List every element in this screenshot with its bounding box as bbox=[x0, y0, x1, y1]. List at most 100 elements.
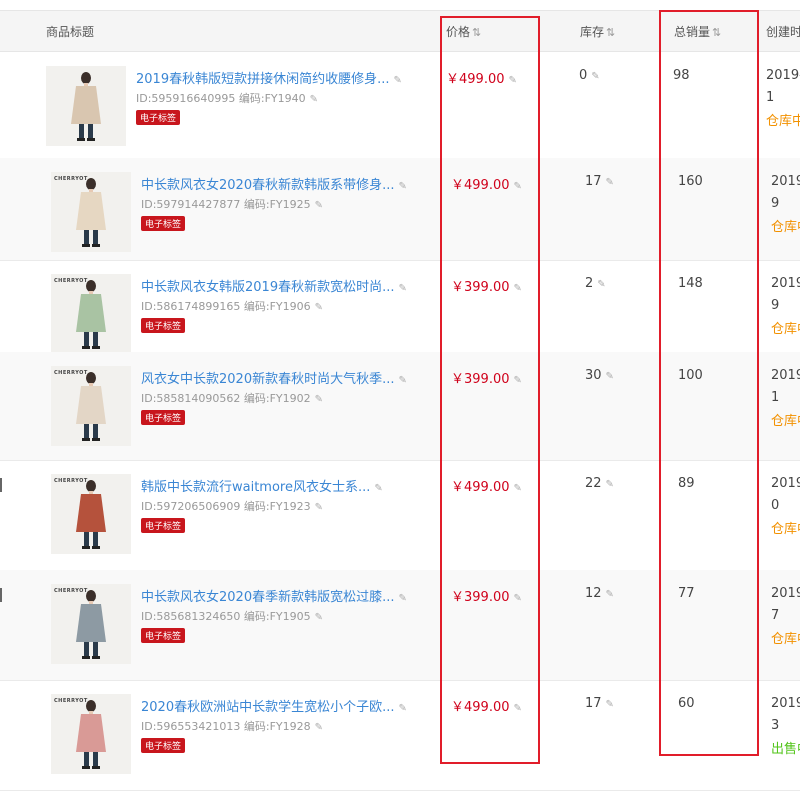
stock-cell[interactable]: 0 ✎ bbox=[579, 68, 600, 83]
electronic-tag-badge[interactable]: 电子标签 bbox=[141, 216, 186, 231]
stock-cell[interactable]: 17 ✎ bbox=[585, 174, 614, 189]
edit-price-icon[interactable]: ✎ bbox=[509, 75, 517, 86]
sort-icon[interactable]: ⇅ bbox=[472, 26, 481, 39]
product-thumbnail[interactable]: CHERRYOT bbox=[51, 274, 131, 354]
electronic-tag-badge[interactable]: 电子标签 bbox=[141, 628, 186, 643]
edit-price-icon[interactable]: ✎ bbox=[514, 181, 522, 192]
price-cell[interactable]: ￥499.00 ✎ bbox=[446, 68, 517, 87]
product-title-link[interactable]: 风衣女中长款2020新款春秋时尚大气秋季... ✎ bbox=[141, 368, 407, 387]
stock-cell[interactable]: 22 ✎ bbox=[585, 476, 614, 491]
product-thumbnail[interactable]: CHERRYOT bbox=[51, 474, 131, 554]
stock-cell[interactable]: 30 ✎ bbox=[585, 368, 614, 383]
column-header-price[interactable]: 价格 ⇅ bbox=[446, 23, 481, 40]
product-title-link[interactable]: 中长款风衣女韩版2019春秋新款宽松时尚... ✎ bbox=[141, 276, 407, 295]
edit-title-icon[interactable]: ✎ bbox=[398, 181, 406, 192]
status-badge: 仓库中 bbox=[771, 632, 800, 647]
edit-code-icon[interactable]: ✎ bbox=[315, 394, 323, 405]
electronic-tag-badge[interactable]: 电子标签 bbox=[141, 738, 186, 753]
product-thumbnail[interactable]: CHERRYOT bbox=[51, 694, 131, 774]
edit-price-icon[interactable]: ✎ bbox=[514, 483, 522, 494]
sales-value: 77 bbox=[678, 586, 695, 601]
product-title-text: 韩版中长款流行waitmore风衣女士系... bbox=[141, 480, 371, 495]
stock-value: 17 bbox=[585, 174, 602, 189]
edit-stock-icon[interactable]: ✎ bbox=[606, 177, 614, 188]
product-thumbnail[interactable]: CHERRYOT bbox=[51, 584, 131, 664]
edit-title-icon[interactable]: ✎ bbox=[398, 703, 406, 714]
product-title-link[interactable]: 2020春秋欧洲站中长款学生宽松小个子欧... ✎ bbox=[141, 696, 407, 715]
product-thumbnail[interactable]: CHERRYOT bbox=[51, 366, 131, 446]
sort-icon[interactable]: ⇅ bbox=[712, 26, 721, 39]
edit-code-icon[interactable]: ✎ bbox=[315, 302, 323, 313]
electronic-tag-badge[interactable]: 电子标签 bbox=[141, 518, 186, 533]
table-row: CHERRYOT 2020春秋欧洲站中长款学生宽松小个子欧... ✎ ID:59655… bbox=[0, 680, 800, 790]
product-id-code: ID:586174899165 编码:FY1906 ✎ bbox=[141, 298, 323, 314]
product-title-text: 2019春秋韩版短款拼接休闲简约收腰修身... bbox=[136, 72, 390, 87]
product-title-link[interactable]: 韩版中长款流行waitmore风衣女士系... ✎ bbox=[141, 476, 383, 495]
stock-cell[interactable]: 17 ✎ bbox=[585, 696, 614, 711]
edit-stock-icon[interactable]: ✎ bbox=[606, 699, 614, 710]
price-value: ￥399.00 bbox=[451, 590, 510, 605]
edit-price-icon[interactable]: ✎ bbox=[514, 375, 522, 386]
product-title-link[interactable]: 中长款风衣女2020春季新款韩版宽松过膝... ✎ bbox=[141, 586, 407, 605]
edit-title-icon[interactable]: ✎ bbox=[398, 375, 406, 386]
edit-title-icon[interactable]: ✎ bbox=[393, 75, 401, 86]
edit-stock-icon[interactable]: ✎ bbox=[597, 279, 605, 290]
product-title-text: 2020春秋欧洲站中长款学生宽松小个子欧... bbox=[141, 700, 395, 715]
stock-header-label: 库存 bbox=[580, 25, 605, 39]
price-cell[interactable]: ￥399.00 ✎ bbox=[451, 368, 522, 387]
product-title-link[interactable]: 中长款风衣女2020春秋新款韩版系带修身... ✎ bbox=[141, 174, 407, 193]
edit-code-icon[interactable]: ✎ bbox=[315, 722, 323, 733]
price-cell[interactable]: ￥499.00 ✎ bbox=[451, 174, 522, 193]
created-date: 2019 bbox=[771, 174, 800, 189]
stock-cell[interactable]: 2 ✎ bbox=[585, 276, 606, 291]
product-thumbnail[interactable] bbox=[46, 66, 126, 146]
sales-value: 60 bbox=[678, 696, 695, 711]
edit-stock-icon[interactable]: ✎ bbox=[606, 371, 614, 382]
table-row: CHERRYOT 韩版中长款流行waitmore风衣女士系... ✎ ID:59720… bbox=[0, 460, 800, 570]
product-id-code: ID:596553421013 编码:FY1928 ✎ bbox=[141, 718, 323, 734]
price-value: ￥399.00 bbox=[451, 372, 510, 387]
stock-value: 12 bbox=[585, 586, 602, 601]
column-header-stock[interactable]: 库存 ⇅ bbox=[580, 23, 615, 40]
price-cell[interactable]: ￥499.00 ✎ bbox=[451, 476, 522, 495]
edit-code-icon[interactable]: ✎ bbox=[315, 612, 323, 623]
column-header-sales[interactable]: 总销量 ⇅ bbox=[674, 23, 721, 40]
id-code-text: ID:596553421013 编码:FY1928 bbox=[141, 720, 311, 733]
price-cell[interactable]: ￥499.00 ✎ bbox=[451, 696, 522, 715]
row-checkbox-edge[interactable] bbox=[0, 478, 2, 492]
edit-price-icon[interactable]: ✎ bbox=[514, 703, 522, 714]
status-badge: 出售中 bbox=[771, 742, 800, 757]
row-divider bbox=[0, 790, 800, 791]
product-thumbnail[interactable]: CHERRYOT bbox=[51, 172, 131, 252]
created-date-line2: 0 bbox=[771, 498, 780, 513]
edit-price-icon[interactable]: ✎ bbox=[514, 593, 522, 604]
electronic-tag-badge[interactable]: 电子标签 bbox=[141, 318, 186, 333]
edit-price-icon[interactable]: ✎ bbox=[514, 283, 522, 294]
electronic-tag-badge[interactable]: 电子标签 bbox=[136, 110, 181, 125]
row-checkbox-edge[interactable] bbox=[0, 588, 2, 602]
edit-code-icon[interactable]: ✎ bbox=[310, 94, 318, 105]
edit-title-icon[interactable]: ✎ bbox=[398, 283, 406, 294]
stock-cell[interactable]: 12 ✎ bbox=[585, 586, 614, 601]
sort-icon[interactable]: ⇅ bbox=[606, 26, 615, 39]
stock-value: 30 bbox=[585, 368, 602, 383]
sales-header-label: 总销量 bbox=[674, 25, 711, 39]
price-cell[interactable]: ￥399.00 ✎ bbox=[451, 276, 522, 295]
edit-stock-icon[interactable]: ✎ bbox=[606, 479, 614, 490]
stock-value: 22 bbox=[585, 476, 602, 491]
edit-code-icon[interactable]: ✎ bbox=[315, 200, 323, 211]
edit-code-icon[interactable]: ✎ bbox=[315, 502, 323, 513]
table-row: CHERRYOT 中长款风衣女2020春季新款韩版宽松过膝... ✎ ID:58568… bbox=[0, 570, 800, 680]
table-header: 商品标题 价格 ⇅ 库存 ⇅ 总销量 ⇅ 创建时 bbox=[0, 10, 800, 52]
edit-title-icon[interactable]: ✎ bbox=[374, 483, 382, 494]
column-header-created: 创建时 bbox=[766, 25, 800, 39]
created-date: 2019 bbox=[771, 368, 800, 383]
price-cell[interactable]: ￥399.00 ✎ bbox=[451, 586, 522, 605]
product-title-link[interactable]: 2019春秋韩版短款拼接休闲简约收腰修身... ✎ bbox=[136, 68, 402, 87]
edit-stock-icon[interactable]: ✎ bbox=[591, 71, 599, 82]
created-date: 2019- bbox=[766, 68, 800, 83]
edit-title-icon[interactable]: ✎ bbox=[398, 593, 406, 604]
product-title-text: 中长款风衣女2020春季新款韩版宽松过膝... bbox=[141, 590, 395, 605]
edit-stock-icon[interactable]: ✎ bbox=[606, 589, 614, 600]
electronic-tag-badge[interactable]: 电子标签 bbox=[141, 410, 186, 425]
